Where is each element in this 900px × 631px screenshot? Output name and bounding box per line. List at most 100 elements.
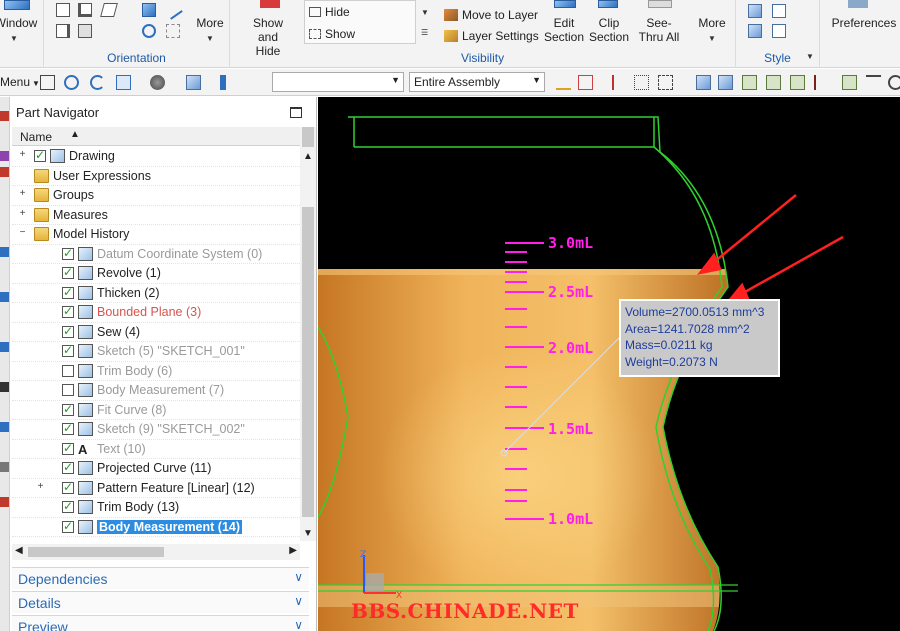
tree-vertical-scrollbar[interactable]: ▲ ▼: [300, 127, 316, 541]
resource-bar-icon-1[interactable]: [0, 111, 9, 121]
edit-section-button[interactable]: Edit Section: [540, 16, 588, 44]
zoom-icon[interactable]: [64, 75, 79, 90]
visibility-checkbox[interactable]: [62, 384, 74, 396]
view-front-icon[interactable]: [56, 3, 70, 17]
visibility-checkbox[interactable]: [62, 480, 74, 494]
window-button[interactable]: Window: [0, 16, 38, 30]
snap-line-icon[interactable]: [790, 75, 805, 90]
view-isometric-icon[interactable]: [100, 3, 118, 17]
dependencies-panel[interactable]: Dependencies ∨: [12, 567, 309, 589]
tree-row[interactable]: User Expressions: [12, 167, 300, 186]
resource-bar-icon-8[interactable]: [0, 422, 9, 432]
visibility-checkbox[interactable]: [62, 343, 74, 357]
fit-view-icon[interactable]: [40, 75, 55, 90]
tree-row[interactable]: − Model History: [12, 225, 300, 245]
visibility-checkbox[interactable]: [62, 304, 74, 318]
tree-row[interactable]: Trim Body (13): [12, 498, 300, 518]
select-region-icon[interactable]: [634, 75, 649, 90]
orientation-more-dropdown-icon[interactable]: ▼: [206, 34, 214, 43]
wireframe-style-icon[interactable]: [748, 24, 762, 38]
show-button[interactable]: Show: [309, 27, 355, 41]
preferences-button[interactable]: Preferences: [828, 16, 900, 30]
hidden-line-style-icon[interactable]: [772, 24, 786, 38]
collapse-icon[interactable]: −: [18, 228, 27, 238]
tree-row[interactable]: Datum Coordinate System (0): [12, 245, 300, 264]
type-filter-combo[interactable]: ▼: [272, 72, 404, 92]
name-column-header[interactable]: Name ▲: [12, 127, 300, 146]
orient-view-icon[interactable]: [116, 75, 131, 90]
shaded-edges-style-icon[interactable]: [772, 4, 786, 18]
tree-row[interactable]: + Pattern Feature [Linear] (12): [12, 479, 300, 498]
work-layer-icon[interactable]: [220, 75, 235, 90]
tree-row[interactable]: Sew (4): [12, 323, 300, 342]
graphics-window[interactable]: 3.0mL 2.5mL 2.0mL 1.5mL 1.0mL Z X Volume…: [318, 97, 900, 631]
background-icon[interactable]: [186, 75, 201, 90]
details-panel[interactable]: Details ∨: [12, 591, 309, 613]
hide-button[interactable]: Hide: [309, 5, 350, 19]
edit-view-icon[interactable]: [163, 0, 183, 20]
select-face-icon[interactable]: [578, 75, 593, 90]
vertical-scroll-thumb[interactable]: [302, 207, 314, 517]
visibility-checkbox[interactable]: [62, 285, 74, 299]
tree-row[interactable]: Body Measurement (14): [12, 518, 300, 537]
resource-bar-icon-9[interactable]: [0, 462, 9, 472]
tree-row[interactable]: Sketch (9) "SKETCH_002": [12, 420, 300, 440]
visibility-checkbox[interactable]: [62, 364, 74, 377]
view-bottom-icon[interactable]: [78, 24, 92, 38]
body-measurement-label[interactable]: Volume=2700.0513 mm^3 Area=1241.7028 mm^…: [619, 299, 780, 377]
visibility-checkbox[interactable]: [34, 148, 46, 162]
clip-section-button[interactable]: Clip Section: [586, 16, 632, 44]
tree-row[interactable]: Sketch (5) "SKETCH_001": [12, 342, 300, 362]
visibility-checkbox[interactable]: [62, 519, 74, 533]
visibility-checkbox[interactable]: [62, 246, 74, 260]
snap-intersection-icon[interactable]: [842, 75, 857, 90]
scroll-left-icon[interactable]: ◀: [15, 545, 23, 556]
visibility-more-dropdown-icon[interactable]: ▼: [708, 34, 716, 43]
rotate-icon[interactable]: [90, 75, 105, 90]
tree-row[interactable]: Body Measurement (7): [12, 381, 300, 401]
horizontal-scroll-thumb[interactable]: [28, 547, 164, 557]
snap-view-icon[interactable]: [142, 3, 156, 17]
scroll-right-icon[interactable]: ▶: [289, 545, 297, 556]
window-dropdown-icon[interactable]: ▼: [10, 34, 18, 43]
snap-point-icon[interactable]: [612, 75, 627, 90]
layer-settings-button[interactable]: Layer Settings: [444, 29, 539, 43]
snap-curve-icon[interactable]: [814, 75, 829, 90]
view-top-icon[interactable]: [78, 3, 92, 17]
snap-endpoint-icon[interactable]: [742, 75, 757, 90]
tree-row[interactable]: Thicken (2): [12, 284, 300, 303]
tree-row[interactable]: Projected Curve (11): [12, 459, 300, 479]
expand-icon[interactable]: +: [36, 481, 45, 491]
maximize-icon[interactable]: [290, 107, 302, 118]
show-all-icon[interactable]: [696, 75, 711, 90]
visibility-checkbox[interactable]: [62, 402, 74, 416]
expand-icon[interactable]: +: [18, 208, 27, 218]
rectangle-select-icon[interactable]: [658, 75, 673, 90]
snap-center-icon[interactable]: [888, 75, 900, 90]
resource-bar-icon-10[interactable]: [0, 497, 9, 507]
select-feature-icon[interactable]: [556, 75, 571, 90]
show-body-icon[interactable]: [718, 75, 733, 90]
resource-bar-icon-7[interactable]: [0, 382, 9, 392]
visibility-checkbox[interactable]: [62, 324, 74, 338]
resource-bar-icon-6[interactable]: [0, 342, 9, 352]
rotate-view-icon[interactable]: [142, 24, 156, 38]
visibility-checkbox[interactable]: [62, 265, 74, 279]
see-thru-all-button[interactable]: See-Thru All: [632, 16, 686, 44]
tree-row[interactable]: + Measures: [12, 206, 300, 225]
shaded-style-icon[interactable]: [748, 4, 762, 18]
tree-row[interactable]: + Groups: [12, 186, 300, 206]
visibility-checkbox[interactable]: [62, 460, 74, 474]
move-to-layer-button[interactable]: Move to Layer: [444, 8, 538, 22]
orientation-more-button[interactable]: More: [192, 16, 228, 30]
snap-arc-icon[interactable]: [866, 75, 881, 90]
visibility-checkbox[interactable]: [62, 421, 74, 435]
scroll-up-icon[interactable]: ▲: [303, 151, 313, 162]
preview-panel[interactable]: Preview ∨: [12, 615, 309, 631]
scroll-down-icon[interactable]: ▼: [303, 528, 313, 539]
tree-row[interactable]: Trim Body (6): [12, 362, 300, 381]
snap-midpoint-icon[interactable]: [766, 75, 781, 90]
view-right-icon[interactable]: [56, 24, 70, 38]
tree-row[interactable]: + Drawing: [12, 147, 300, 167]
menu-button[interactable]: Menu ▼: [0, 75, 40, 89]
